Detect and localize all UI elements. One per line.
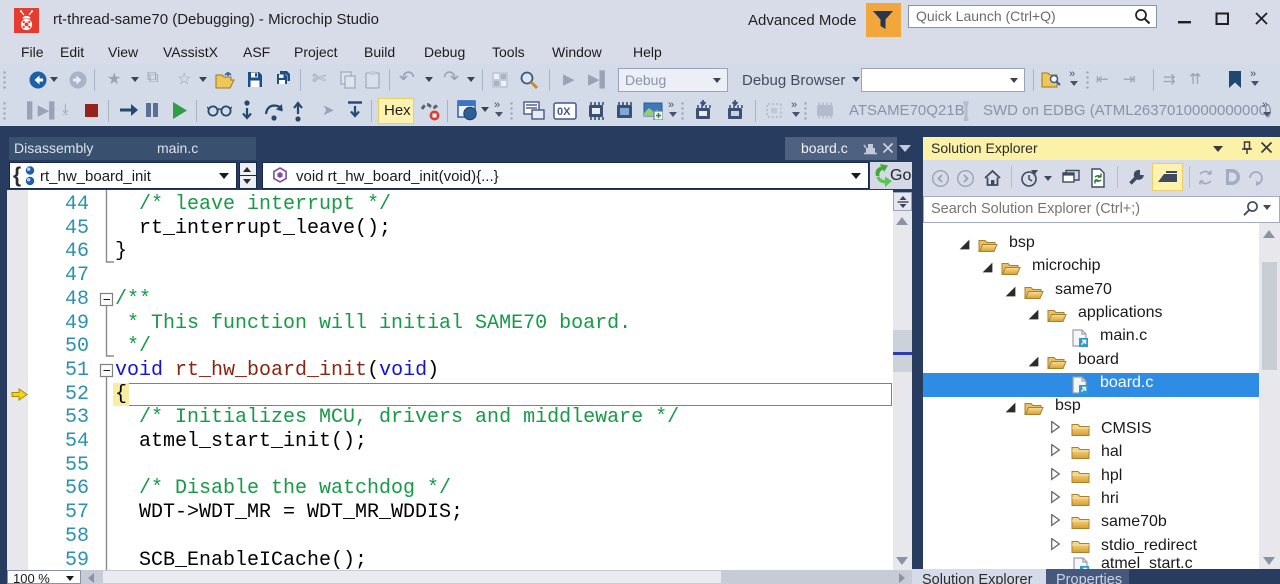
svg-text:0X: 0X bbox=[557, 106, 571, 118]
